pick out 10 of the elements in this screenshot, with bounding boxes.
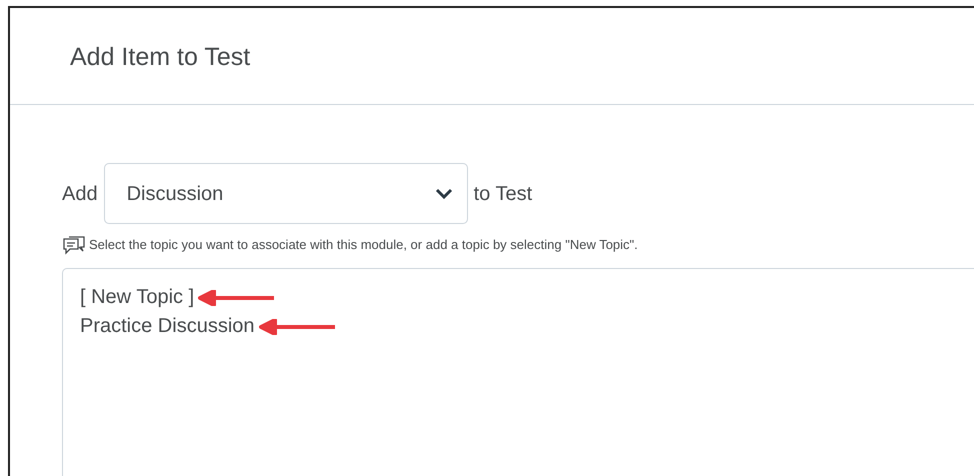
help-text: Select the topic you want to associate with this module, or add a topic by selecting "New Topic". bbox=[89, 236, 638, 254]
add-label: Add bbox=[62, 182, 98, 206]
topic-listbox[interactable]: [ New Topic ] Practice Discussion bbox=[62, 268, 974, 476]
topic-option[interactable]: Practice Discussion bbox=[80, 312, 255, 341]
topic-option[interactable]: [ New Topic ] bbox=[80, 283, 194, 312]
to-test-label: to Test bbox=[474, 182, 532, 206]
discussion-icon bbox=[62, 234, 86, 256]
item-type-select[interactable]: Discussion bbox=[104, 163, 468, 224]
dialog-title: Add Item to Test bbox=[70, 43, 250, 71]
chevron-down-icon bbox=[434, 188, 453, 200]
